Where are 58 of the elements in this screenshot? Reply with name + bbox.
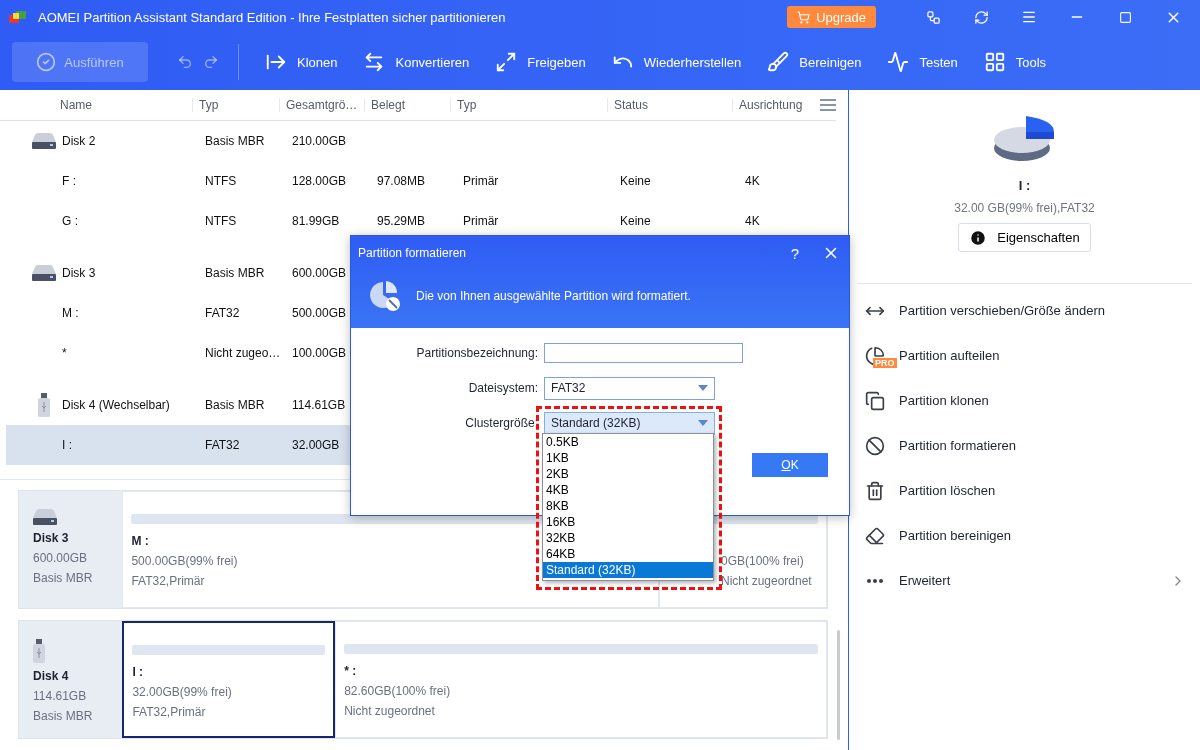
table-cell-text: NTFS [204,214,238,228]
partition-info: Nicht zugeordnet [344,704,435,718]
table-cell-text: Basis MBR [204,266,266,280]
table-cell-text: 600.00GB [291,266,348,280]
table-cell-text: Nicht zugeo… [204,346,282,360]
dialog-message: Die von Ihnen ausgewählte Partition wird formatiert. [416,289,691,303]
name-cell: Disk 4 (Wechselbar) [62,398,170,412]
table-cell-text: FAT32 [204,306,241,320]
partition-name: I : [132,665,144,679]
partition-label: I : [1018,178,1031,193]
table-cell-text: 114.61GB [291,398,347,412]
pro-badge: PRO [873,357,897,368]
disk-name: Disk 4 [33,669,69,683]
table-cell-text: Keine [619,214,652,228]
table-cell-text: Primär [462,214,500,228]
partition-info: FAT32,Primär [131,574,205,588]
partition-size: 32.00GB(99% frei) [132,685,232,699]
table-cell-text: 128.00GB [291,174,348,188]
name-cell: I : [62,438,72,452]
partition-info: Nicht zugeordnet [721,574,812,588]
field-label: Clustergröße: [464,416,538,430]
partition-size: 500.00GB(99% frei) [131,554,238,568]
table-cell-text: NTFS [204,174,238,188]
table-cell-text: 81.99GB [291,214,341,228]
name-cell: Disk 2 [62,134,96,148]
name-cell: * [62,346,67,360]
disk-size: 114.61GB [33,689,87,703]
partition-info: FAT32,Primär [132,705,206,719]
partition-name: * : [344,664,357,678]
table-cell-text: Basis MBR [204,134,266,148]
table-cell-text: 4K [744,174,761,188]
disk-size: 600.00GB [33,551,88,565]
disk-type: Basis MBR [33,571,93,585]
partition-size: 82.60GB(100% frei) [344,684,451,698]
table-cell-text: 500.00GB [291,306,348,320]
table-cell-text: Primär [462,174,500,188]
table-cell-text: 4K [744,214,761,228]
table-cell-text: 210.00GB [291,134,348,148]
field-label: Partitionsbezeichnung: [415,346,538,360]
dialog-title: Partition formatieren [358,246,468,260]
name-cell: G : [62,214,78,228]
table-cell-text: 97.08MB [376,174,427,188]
table-cell-text: 100.00GB [291,346,348,360]
window-title: AOMEI Partition Assistant Standard Edition - Ihre Festplatten sicher partitionieren [38,9,507,25]
name-cell: F : [62,174,76,188]
disk-name: Disk 3 [33,531,69,545]
table-cell-text: Basis MBR [204,398,266,412]
disk-type: Basis MBR [33,709,93,723]
table-cell-text: FAT32 [204,438,241,452]
table-cell-text: 95.29MB [376,214,427,228]
name-cell: M : [62,306,79,320]
partition-details: 32.00 GB(99% frei),FAT32 [954,201,1095,215]
table-cell-text: Keine [619,174,652,188]
field-label: Dateisystem: [467,381,538,395]
name-cell: Disk 3 [62,266,96,280]
partition-name: M : [131,534,149,548]
partition-size: 0GB(100% frei) [721,554,804,568]
table-cell-text: 32.00GB [291,438,341,452]
